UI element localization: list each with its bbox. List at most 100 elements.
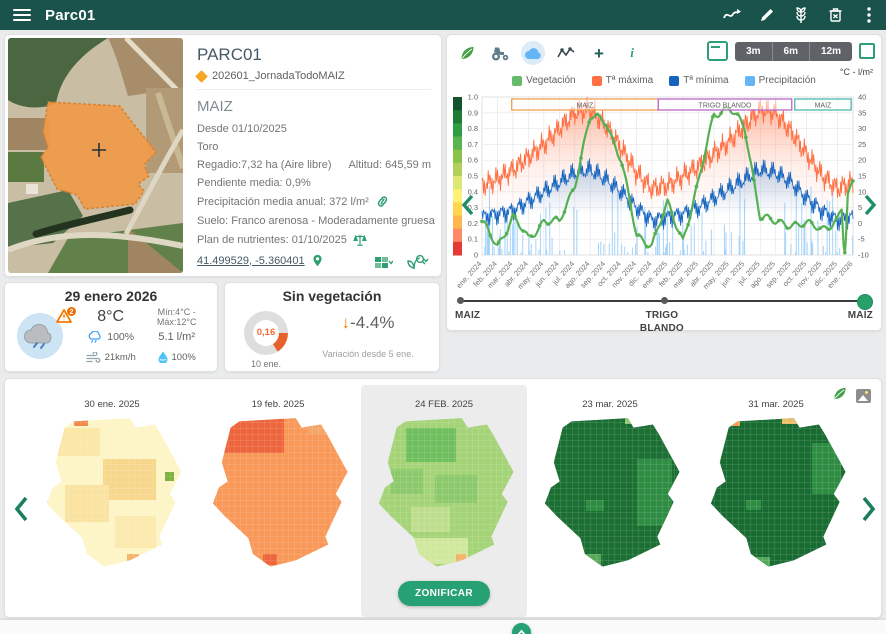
irrigation-area: Regadio:7,32 ha (Aire libre) bbox=[197, 159, 332, 171]
delete-icon[interactable] bbox=[818, 0, 852, 30]
range-12m[interactable]: 12m bbox=[810, 42, 852, 61]
slider-dot-maiz-2[interactable] bbox=[857, 294, 873, 310]
vegetation-card: Sin vegetación 0,16 10 ene. ↓-4.4% Varia… bbox=[224, 282, 440, 372]
legend-item-1[interactable]: Tª máxima bbox=[592, 75, 654, 86]
chart-card: + i 3m 6m 12m °C - l/m² VegetaciónTª máx… bbox=[446, 34, 882, 331]
imagery-date: 19 feb. 2025 bbox=[252, 399, 305, 410]
svg-text:-10: -10 bbox=[858, 251, 869, 260]
info-icon[interactable]: i bbox=[620, 41, 644, 65]
svg-text:5: 5 bbox=[858, 203, 862, 212]
field-shape bbox=[204, 415, 352, 573]
range-3m[interactable]: 3m bbox=[735, 42, 772, 61]
coordinates-link[interactable]: 41.499529, -5.360401 bbox=[197, 255, 305, 267]
svg-text:40: 40 bbox=[858, 93, 866, 102]
svg-text:0: 0 bbox=[858, 219, 862, 228]
ndvi-thumbnail[interactable] bbox=[702, 415, 850, 573]
link-icon[interactable] bbox=[375, 195, 390, 208]
humidity: 100% bbox=[172, 352, 196, 363]
map-pin-icon[interactable] bbox=[311, 253, 324, 268]
add-layer-icon[interactable]: + bbox=[587, 41, 611, 65]
slider-label-trigo: TRIGO BLANDO bbox=[627, 310, 697, 335]
slider-dot-maiz-1[interactable] bbox=[457, 297, 464, 304]
carousel-next-icon[interactable] bbox=[861, 495, 877, 528]
carousel-item-1[interactable]: 19 feb. 2025 bbox=[195, 385, 361, 617]
rain-probability: 100% bbox=[107, 331, 134, 343]
zonificar-button[interactable]: ZONIFICAR bbox=[398, 581, 490, 606]
legend-item-0[interactable]: Vegetación bbox=[512, 75, 576, 86]
more-vert-icon[interactable] bbox=[852, 0, 886, 30]
wind-speed: 21km/h bbox=[105, 352, 136, 363]
legend-label: Tª máxima bbox=[606, 75, 654, 86]
weather-alert-icon[interactable]: 2 bbox=[55, 307, 77, 327]
slider-label-maiz-1: MAIZ bbox=[455, 310, 480, 321]
chart-prev-icon[interactable] bbox=[461, 193, 475, 222]
nutrient-plan: Plan de nutrientes: 01/10/2025 bbox=[197, 234, 347, 246]
carousel-item-0[interactable]: 30 ene. 2025 bbox=[29, 385, 195, 617]
indices-sparkline-icon[interactable] bbox=[554, 41, 578, 65]
range-selector: 3m 6m 12m bbox=[735, 42, 852, 61]
menu-icon[interactable] bbox=[13, 9, 31, 21]
svg-text:0.9: 0.9 bbox=[468, 108, 478, 117]
svg-text:20: 20 bbox=[858, 156, 866, 165]
temp-minmax: Mín:4°C -Máx:12°C bbox=[142, 307, 211, 327]
field-mosaic-dropdown-icon[interactable] bbox=[375, 255, 393, 270]
machinery-tractor-icon[interactable] bbox=[488, 41, 512, 65]
field-shape bbox=[702, 415, 850, 573]
variation-down-arrow-icon: ↓ bbox=[342, 313, 351, 332]
calendar-icon[interactable] bbox=[707, 41, 728, 61]
svg-text:MAIZ: MAIZ bbox=[815, 103, 832, 110]
current-temp: 8°C bbox=[79, 308, 142, 326]
crop-inspect-dropdown-icon[interactable] bbox=[407, 254, 429, 270]
svg-text:1.0: 1.0 bbox=[468, 93, 478, 102]
chart-plot[interactable]: 1.00.90.80.70.60.50.40.30.20.10403530252… bbox=[449, 87, 881, 293]
fullscreen-icon[interactable] bbox=[859, 43, 875, 59]
range-6m[interactable]: 6m bbox=[773, 42, 810, 61]
carousel-item-3[interactable]: 23 mar. 2025 bbox=[527, 385, 693, 617]
legend-label: Precipitación bbox=[759, 75, 816, 86]
carousel-prev-icon[interactable] bbox=[13, 495, 29, 528]
rain-amount: 5.1 l/m² bbox=[142, 331, 211, 343]
ndvi-thumbnail[interactable] bbox=[38, 415, 186, 573]
svg-text:-5: -5 bbox=[858, 235, 865, 244]
variation-caption: Variación desde 5 ene. bbox=[305, 349, 431, 359]
field-name: PARC01 bbox=[197, 45, 431, 65]
weather-cloud-icon[interactable] bbox=[521, 41, 545, 65]
ndvi-thumbnail[interactable] bbox=[204, 415, 352, 573]
ndvi-thumbnail[interactable] bbox=[370, 415, 518, 573]
ndvi-thumbnail[interactable] bbox=[536, 415, 684, 573]
campaign-name: 202601_JornadaTodoMAIZ bbox=[212, 70, 345, 82]
edit-icon[interactable] bbox=[750, 0, 784, 30]
satellite-map bbox=[8, 38, 183, 273]
slider-dot-trigo[interactable] bbox=[661, 297, 668, 304]
slope: Pendiente media: 0,9% bbox=[197, 177, 431, 189]
imagery-carousel-card: 30 ene. 2025 19 feb. 2025 24 FEB. 2025ZONI… bbox=[4, 378, 882, 618]
leaf-icon[interactable] bbox=[455, 41, 479, 65]
trend-chart-icon[interactable] bbox=[716, 0, 750, 30]
legend-label: Tª mínima bbox=[683, 75, 728, 86]
chart-next-icon[interactable] bbox=[863, 193, 877, 222]
field-map[interactable] bbox=[8, 38, 183, 273]
carousel-items: 30 ene. 2025 19 feb. 2025 24 FEB. 2025ZONI… bbox=[29, 385, 859, 617]
legend-item-2[interactable]: Tª mínima bbox=[669, 75, 728, 86]
legend-item-3[interactable]: Precipitación bbox=[745, 75, 816, 86]
vegetation-title: Sin vegetación bbox=[225, 288, 439, 304]
altitude: Altitud: 645,59 m bbox=[348, 159, 431, 171]
field-shape bbox=[38, 415, 186, 573]
ndvi-date: 10 ene. bbox=[243, 359, 289, 369]
ndvi-value: 0,16 bbox=[244, 327, 288, 338]
legend-label: Vegetación bbox=[526, 75, 576, 86]
carousel-item-4[interactable]: 31 mar. 2025 bbox=[693, 385, 859, 617]
crop-since: Desde 01/10/2025 bbox=[197, 123, 431, 135]
field-card: PARC01 202601_JornadaTodoMAIZ MAIZ Desde… bbox=[4, 34, 442, 277]
field-info: PARC01 202601_JornadaTodoMAIZ MAIZ Desde… bbox=[197, 43, 431, 272]
carousel-item-2[interactable]: 24 FEB. 2025ZONIFICAR bbox=[361, 385, 527, 617]
crop-wheat-icon[interactable] bbox=[784, 0, 818, 30]
balance-scale-icon[interactable] bbox=[353, 233, 367, 247]
imagery-date: 23 mar. 2025 bbox=[582, 399, 637, 410]
svg-text:0.8: 0.8 bbox=[468, 124, 478, 133]
municipality: Toro bbox=[197, 141, 431, 153]
page: Parc01 bbox=[0, 0, 886, 634]
svg-text:0.6: 0.6 bbox=[468, 156, 478, 165]
svg-text:TRIGO BLANDO: TRIGO BLANDO bbox=[699, 103, 752, 110]
wind-icon bbox=[86, 352, 101, 363]
